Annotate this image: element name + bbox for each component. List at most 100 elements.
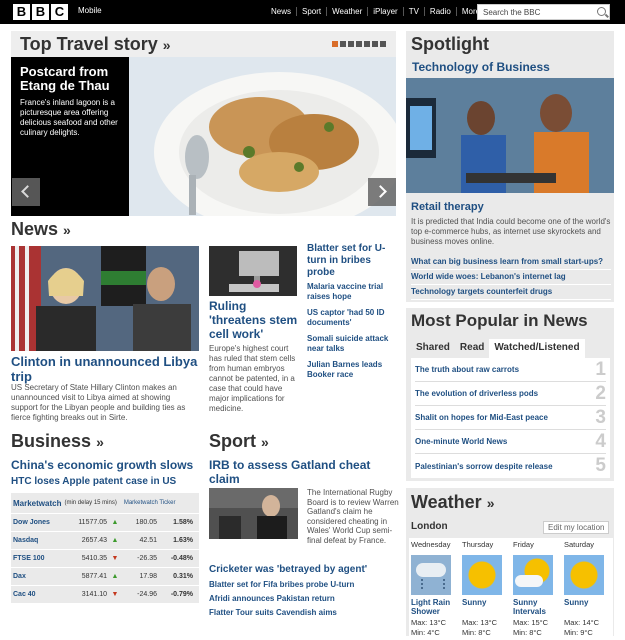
carousel-prev-button[interactable] [12,178,40,206]
forecast-min: Min: 9°C [564,628,593,637]
news-side-headline[interactable]: Blatter set for U-turn in bribes probe [307,243,399,279]
light-rain-shower-icon [411,555,451,595]
forecast-day[interactable]: Wednesday Light Rain Shower Max: 13°C Mi… [409,538,460,640]
bbc-logo[interactable]: B B C [13,4,68,20]
sunny-icon [462,555,502,595]
carousel-dot[interactable] [372,41,378,47]
carousel-dot[interactable] [356,41,362,47]
market-change: -26.35 [137,555,157,562]
popular-item-label[interactable]: Palestinian's sorrow despite release [415,462,553,471]
nav-weather[interactable]: Weather [326,7,367,16]
spotlight-subtitle[interactable]: Technology of Business [412,60,550,74]
carousel-dot[interactable] [380,41,386,47]
popular-item-label[interactable]: Shalit on hopes for Mid-East peace [415,413,548,422]
spotlight-headline[interactable]: Retail therapy [411,201,484,213]
news-link[interactable]: Julian Barnes leads Booker race [307,360,399,380]
forecast-day[interactable]: Friday Sunny Intervals Max: 15°C Min: 8°… [511,538,562,640]
forecast-day-name: Wednesday [411,540,451,549]
search-icon[interactable] [597,7,606,16]
list-item[interactable]: Shalit on hopes for Mid-East peace 3 [415,406,606,430]
nav-tv[interactable]: TV [402,7,424,16]
travel-headline[interactable]: Postcard from Etang de Thau [20,65,120,93]
news-mid-headline[interactable]: Ruling 'threatens stem cell work' [209,299,299,341]
carousel-dot[interactable] [348,41,354,47]
retail-photo [406,78,614,193]
popular-item-label[interactable]: The evolution of driverless pods [415,389,538,398]
carousel-dot[interactable] [332,41,338,47]
news-link[interactable]: US captor 'had 50 ID documents' [307,308,399,328]
forecast-day[interactable]: Thursday Sunny Max: 13°C Min: 8°C [460,538,511,640]
table-row[interactable]: Nasdaq 2657.43 ▲ 42.51 1.63% [11,531,199,549]
table-row[interactable]: FTSE 100 5410.35 ▼ -26.35 -0.48% [11,549,199,567]
forecast-condition[interactable]: Sunny Intervals [513,598,560,618]
carousel-dots [332,41,386,47]
most-popular-tabs: Shared Read Watched/Listened [411,339,585,358]
mobile-link[interactable]: Mobile [78,6,102,15]
business-title-text: Business [11,431,92,451]
news-lead-image[interactable] [11,246,199,351]
news-mid-image[interactable] [209,246,297,296]
edit-location-button[interactable]: Edit my location [543,521,610,534]
forecast-max: Max: 15°C [513,618,549,627]
carousel-next-button[interactable] [368,178,396,206]
tab-read[interactable]: Read [455,339,489,358]
market-name[interactable]: Dax [11,573,61,580]
clinton-photo [11,246,199,351]
market-name[interactable]: Dow Jones [11,519,61,526]
popular-item-label[interactable]: One-minute World News [415,437,507,446]
sport-image[interactable] [209,488,298,539]
forecast-day[interactable]: Saturday Sunny Max: 14°C Min: 9°C [562,538,613,640]
list-item[interactable]: The evolution of driverless pods 2 [415,382,606,406]
market-name[interactable]: Nasdaq [11,537,61,544]
forecast-condition[interactable]: Sunny [462,598,509,618]
sport-link[interactable]: Flatter Tour suits Cavendish aims [209,608,399,617]
search-placeholder: Search the BBC [483,8,541,17]
market-name[interactable]: FTSE 100 [11,555,61,562]
business-headline-secondary[interactable]: HTC loses Apple patent case in US [11,476,176,487]
list-item[interactable]: One-minute World News 4 [415,430,606,454]
weather-section-title[interactable]: Weather » [411,492,495,513]
nav-news[interactable]: News [266,7,296,16]
news-link[interactable]: Malaria vaccine trial raises hope [307,282,399,302]
spotlight-link[interactable]: What can big business learn from small s… [411,255,611,270]
marketwatch-label[interactable]: Marketwatch [13,499,61,508]
list-item[interactable]: The truth about raw carrots 1 [415,358,606,382]
forecast-condition[interactable]: Light Rain Shower [411,598,458,618]
search-input[interactable]: Search the BBC [477,4,610,20]
travel-hero-image[interactable] [129,57,396,216]
market-percent: -0.48% [170,555,193,562]
travel-section-title[interactable]: Top Travel story » [20,34,171,55]
sport-link-headline[interactable]: Cricketer was 'betrayed by agent' [209,564,399,575]
table-row[interactable]: Dow Jones 11577.05 ▲ 180.05 1.58% [11,513,199,531]
spotlight-image[interactable] [406,78,614,193]
spotlight-link[interactable]: World wide woes: Lebanon's internet lag [411,270,611,285]
sport-headline[interactable]: IRB to assess Gatland cheat claim [209,458,399,486]
spotlight-link[interactable]: Technology targets counterfeit drugs [411,285,611,300]
arrow-down-icon: ▼ [111,591,119,598]
sport-section-title[interactable]: Sport » [209,431,269,452]
business-headline[interactable]: China's economic growth slows [11,458,193,472]
nav-sport[interactable]: Sport [296,7,326,16]
forecast-max: Max: 13°C [411,618,447,627]
business-section-title[interactable]: Business » [11,431,104,452]
tab-watched-listened[interactable]: Watched/Listened [489,339,585,358]
news-lead-headline[interactable]: Clinton in unannounced Libya trip [11,354,201,384]
list-item[interactable]: Palestinian's sorrow despite release 5 [415,454,606,478]
nav-iplayer[interactable]: iPlayer [367,7,402,16]
tab-shared[interactable]: Shared [411,339,455,358]
gatland-photo [209,488,298,539]
sport-link[interactable]: Blatter set for Fifa bribes probe U-turn [209,580,399,589]
marketwatch-ticker-link[interactable]: Marketwatch Ticker [124,500,176,506]
sport-link[interactable]: Afridi announces Pakistan return [209,594,399,603]
market-name[interactable]: Cac 40 [11,591,61,598]
popular-item-label[interactable]: The truth about raw carrots [415,365,519,374]
news-section-title[interactable]: News » [11,219,71,240]
forecast-condition[interactable]: Sunny [564,598,611,618]
table-row[interactable]: Dax 5877.41 ▲ 17.98 0.31% [11,567,199,585]
carousel-dot[interactable] [340,41,346,47]
sport-links: Cricketer was 'betrayed by agent' Blatte… [209,564,399,622]
table-row[interactable]: Cac 40 3141.10 ▼ -24.96 -0.79% [11,585,199,603]
news-link[interactable]: Somali suicide attack near talks [307,334,399,354]
carousel-dot[interactable] [364,41,370,47]
nav-radio[interactable]: Radio [423,7,456,16]
